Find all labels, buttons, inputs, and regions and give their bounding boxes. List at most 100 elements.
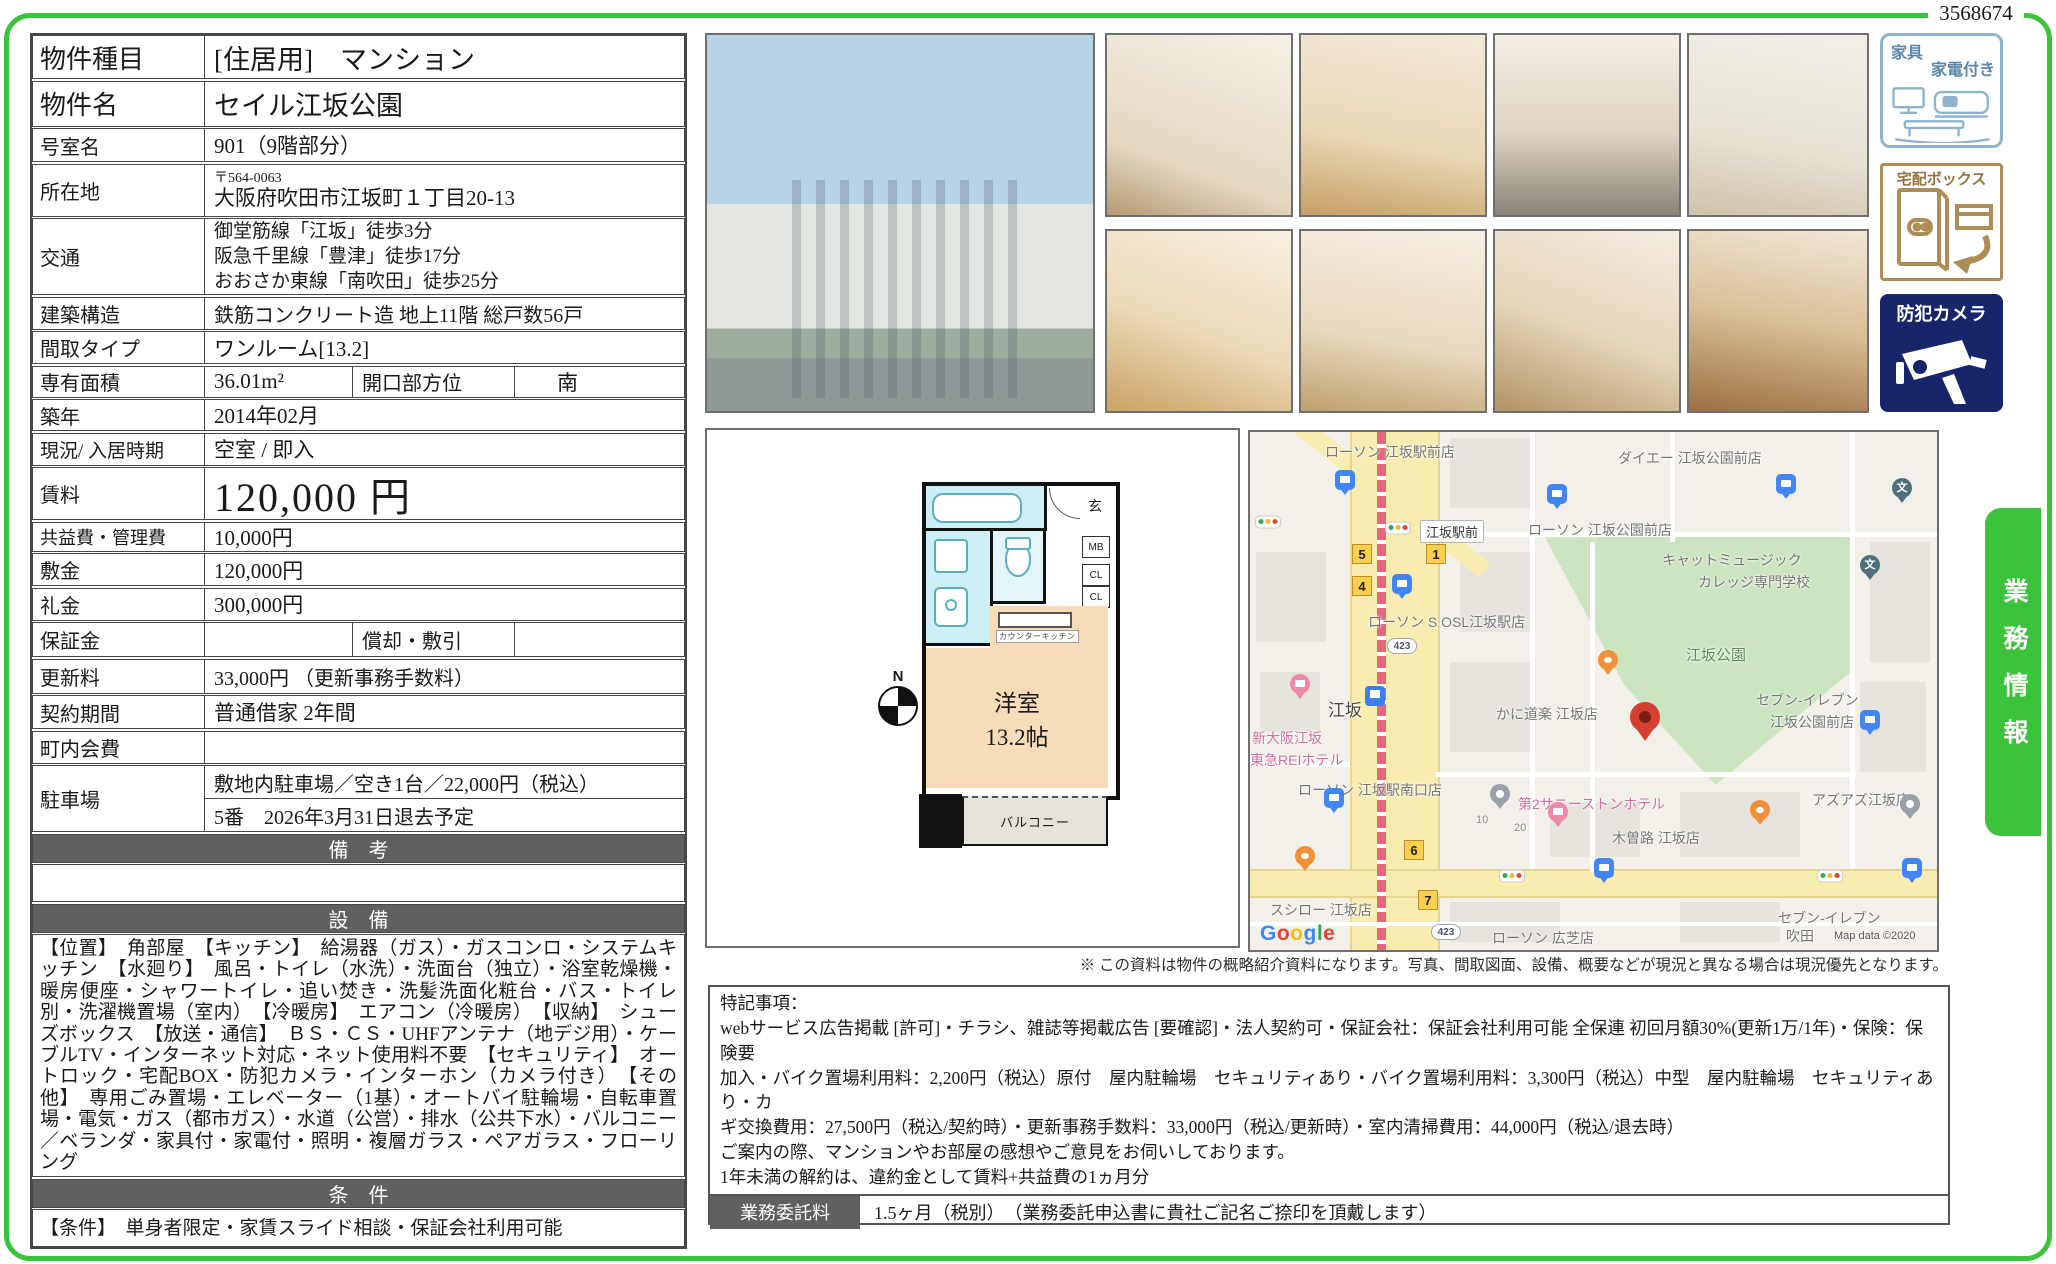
header-remarks: 備 考 <box>32 834 685 863</box>
commission-label: 業務委託料 <box>710 1196 860 1229</box>
floorplan-unit: 玄 MB CL CL カウンターキッチン 洋室 13.2帖 <box>922 482 1120 800</box>
map-pin-cart <box>1776 474 1796 494</box>
closet-label: CL <box>1082 564 1110 586</box>
special-notes-box: 特記事項： webサービス広告掲載 [許可]・チラシ、雑誌等掲載広告 [要確認]… <box>708 985 1950 1225</box>
entrance-label: 玄 <box>1088 496 1102 516</box>
row-guarantee-money: 保証金 償却・敷引 <box>32 622 685 657</box>
kitchen-counter-icon <box>998 612 1072 628</box>
transport-line: おおさか東線「南吹田」徒歩25分 <box>214 269 675 294</box>
row-neighborhood-fee: 町内会費 <box>32 731 685 764</box>
security-camera-badge: 防犯カメラ <box>1880 294 2003 412</box>
toilet-icon <box>1005 543 1031 577</box>
photo-bedroom <box>1687 229 1869 413</box>
map-exit-number: 6 <box>1404 840 1424 860</box>
map-pin-lawson <box>1902 858 1922 878</box>
row-label: 物件種目 <box>33 36 205 78</box>
map-label: 東急REIホテル <box>1250 750 1343 770</box>
header-equipment: 設 備 <box>32 904 685 933</box>
sofa-tv-icon <box>1885 77 2000 143</box>
row-value: 120,000円 <box>205 554 684 585</box>
kitchen-label: カウンターキッチン <box>996 630 1079 643</box>
row-structure: 建築構造 鉄筋コンクリート造 地上11階 総戸数56戸 <box>32 297 685 330</box>
row-value: 〒564-0063 大阪府吹田市江坂町１丁目20-13 <box>205 165 684 216</box>
floorplan-main-room: 洋室 13.2帖 <box>926 648 1108 788</box>
map-label: ローソン 江坂駅南口店 <box>1298 780 1442 800</box>
map-label: 江坂公園前店 <box>1770 712 1854 732</box>
map-label: セブン-イレブン <box>1756 690 1859 710</box>
photo-living-room <box>1299 33 1487 217</box>
row-address: 所在地 〒564-0063 大阪府吹田市江坂町１丁目20-13 <box>32 164 685 217</box>
row-label: 更新料 <box>33 660 205 693</box>
map-panel: Google ローソン 江坂駅前店ダイエー 江坂公園前店江坂駅前ローソン 江坂公… <box>1248 430 1939 952</box>
map-route-shield: 423 <box>1387 638 1417 654</box>
row-label: 保証金 <box>33 623 205 656</box>
floorplan-bathroom <box>926 486 1047 531</box>
north-compass-icon: N <box>875 668 921 726</box>
special-notes-line: webサービス広告掲載 [許可]・チラシ、雑誌等掲載広告 [要確認]・法人契約可… <box>720 1016 1938 1066</box>
row-value: セイル江坂公園 <box>205 82 684 126</box>
photo-laundry <box>1299 229 1487 413</box>
map-label: 第2サニーストンホテル <box>1518 794 1665 814</box>
row-label: 建築構造 <box>33 298 205 329</box>
row-label: 物件名 <box>33 82 205 126</box>
row-value: 901（9階部分） <box>205 129 684 161</box>
row-maintenance-fee: 共益費・管理費 10,000円 <box>32 522 685 552</box>
map-label: 新大阪江坂 <box>1252 728 1322 748</box>
opening-direction-value: 南 <box>515 367 684 397</box>
row-label: 敷金 <box>33 554 205 585</box>
google-logo-letter: o <box>1290 922 1303 945</box>
map-label: ローソン 江坂公園前店 <box>1528 520 1672 540</box>
special-notes-line: ご案内の際、マンションやお部屋の感想やご意見をお伺いしております。 <box>720 1140 1938 1165</box>
map-pin-lawson <box>1860 710 1880 730</box>
map-pin-gray <box>1900 794 1920 814</box>
map-exit-number: 1 <box>1426 544 1446 564</box>
row-property-name: 物件名 セイル江坂公園 <box>32 81 685 127</box>
row-unit-number: 号室名 901（9階部分） <box>32 128 685 162</box>
map-disclaimer: ※ この資料は物件の概略紹介資料になります。写真、間取図面、設備、概要などが現況… <box>1080 953 1948 975</box>
row-value: 300,000円 <box>205 589 684 620</box>
parking-values: 敷地内駐車場／空き1台／22,000円（税込） 5番 2026年3月31日退去予… <box>205 766 684 831</box>
row-label: 交通 <box>33 219 205 294</box>
map-pin-orange <box>1750 800 1770 820</box>
row-layout-type: 間取タイプ ワンルーム[13.2] <box>32 331 685 364</box>
map-label: セブン-イレブン <box>1778 908 1881 928</box>
transport-line: 御堂筋線「江坂」徒歩3分 <box>214 219 675 244</box>
map-label: 江坂 <box>1328 696 1362 721</box>
row-value <box>205 732 684 763</box>
map-traffic-light-icon <box>1499 870 1525 883</box>
row-key-money: 礼金 300,000円 <box>32 588 685 621</box>
map-pin-hotel <box>1290 674 1310 694</box>
map-pin-station <box>1365 686 1385 706</box>
remarks-body <box>32 864 685 902</box>
google-logo: Google <box>1260 922 1335 946</box>
map-pin-orange <box>1598 650 1618 670</box>
floorplan-panel: 玄 MB CL CL カウンターキッチン 洋室 13.2帖 バルコニー N <box>705 428 1240 948</box>
commission-bar: 業務委託料 1.5ヶ月（税別） （業務委託申込書に貴社ご記名ご捺印を頂戴します） <box>710 1194 1948 1229</box>
map-pin-lawson <box>1324 788 1344 808</box>
photo-closet <box>1105 33 1293 217</box>
property-flyer-page: 3568674 物件種目 [住居用] マンション 物件名 セイル江坂公園 号室名… <box>0 0 2056 1264</box>
map-pin-lawson <box>1594 858 1614 878</box>
furniture-label: 家具 <box>1891 39 1923 63</box>
map-label: Map data ©2020 <box>1834 930 1916 942</box>
map-label: 吹田 <box>1786 926 1814 946</box>
row-label: 契約期間 <box>33 696 205 728</box>
map-pin-orange <box>1295 846 1315 866</box>
google-logo-letter: o <box>1277 922 1290 945</box>
row-label: 礼金 <box>33 589 205 620</box>
row-label: 号室名 <box>33 129 205 161</box>
room-size: 13.2帖 <box>985 718 1048 752</box>
rent-value: 120,000 円 <box>205 468 684 519</box>
map-exit-number: 5 <box>1352 544 1372 564</box>
row-value: ワンルーム[13.2] <box>205 332 684 363</box>
closet-label: CL <box>1082 586 1110 608</box>
furniture-appliance-badge: 家具 家電付き <box>1880 33 2003 148</box>
map-label: 20 <box>1514 822 1526 834</box>
floorplan-entrance: 玄 <box>1047 486 1108 528</box>
amenity-icons: 家具 家電付き 宅配ボックス <box>1880 33 2003 412</box>
row-label: 駐車場 <box>33 766 205 831</box>
sink-icon <box>934 539 968 573</box>
row-value: 鉄筋コンクリート造 地上11階 総戸数56戸 <box>205 298 684 329</box>
row-value <box>205 623 353 656</box>
header-conditions: 条 件 <box>32 1179 685 1208</box>
